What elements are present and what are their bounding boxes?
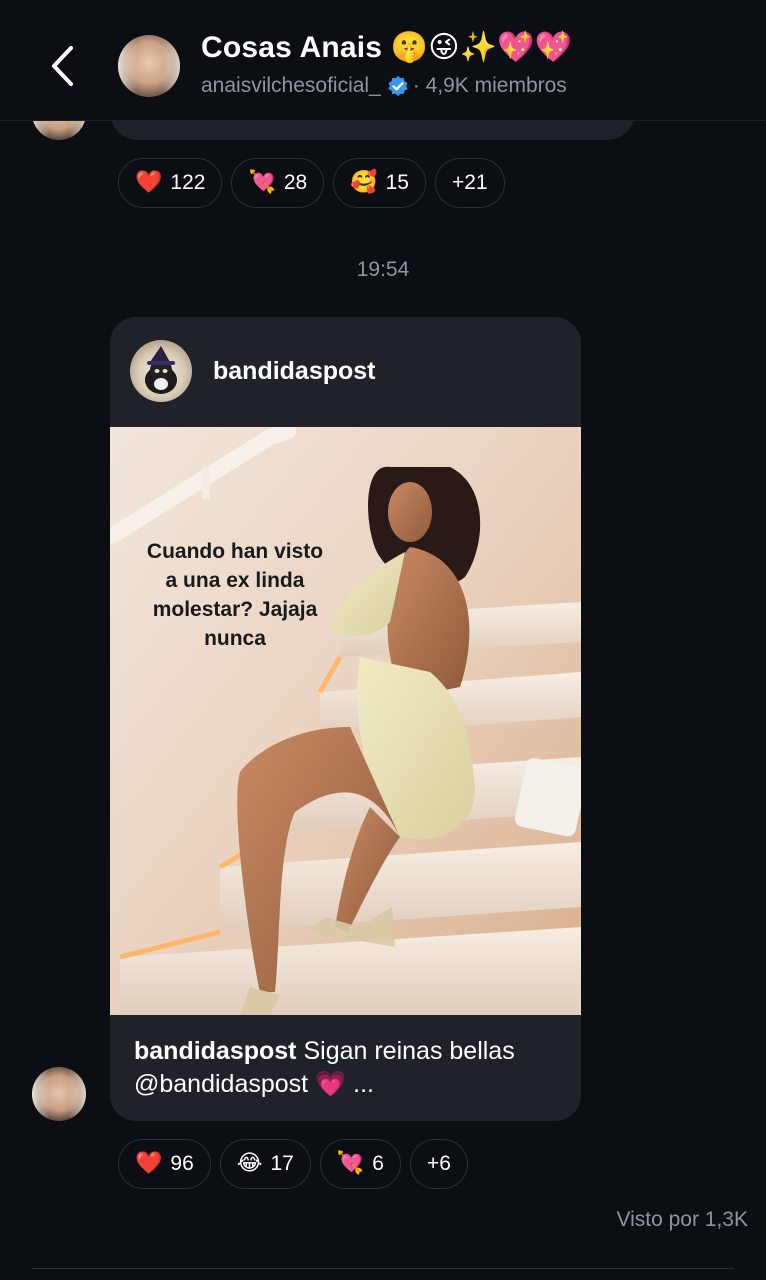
member-count: · 4,9K miembros [412, 74, 567, 97]
reaction-count: 15 [385, 171, 409, 194]
channel-screen: ❤️ 122 💘 28 🥰 15 +21 19:54 bandidaspost … [0, 0, 766, 1280]
channel-title[interactable]: Cosas Anais 🤫😜✨💖💖 [201, 30, 572, 65]
divider [32, 1268, 734, 1269]
reaction-count: 6 [372, 1152, 384, 1175]
reaction-count: 122 [170, 171, 206, 194]
chevron-left-icon [52, 46, 73, 86]
reaction-count: 96 [170, 1152, 194, 1175]
post-reactions: ❤️ 96 😂 17 💘 6 +6 [118, 1139, 468, 1189]
post-author-avatar[interactable] [130, 340, 192, 402]
post-image-overlay-text: Cuando han visto a una ex linda molestar… [146, 540, 324, 650]
heart-arrow-icon: 💘 [248, 170, 276, 195]
channel-avatar[interactable] [118, 35, 180, 97]
post-author-username[interactable]: bandidaspost [213, 357, 376, 386]
reaction-smiling-hearts[interactable]: 🥰 15 [333, 158, 426, 208]
reaction-heart-arrow[interactable]: 💘 28 [231, 158, 325, 208]
post-caption[interactable]: bandidaspost Sigan reinas bellas @bandid… [134, 1035, 564, 1101]
reaction-count: 28 [283, 171, 308, 194]
message-timestamp: 19:54 [356, 258, 410, 281]
previous-message-reactions: ❤️ 122 💘 28 🥰 15 +21 [118, 158, 505, 208]
channel-subtitle: anaisvilchesoficial_ · 4,9K miembros [201, 74, 567, 98]
cat-witch-icon [145, 346, 177, 394]
shared-post-bubble[interactable]: bandidaspost Cuando han visto a una ex l… [110, 317, 581, 1121]
reaction-heart[interactable]: ❤️ 96 [118, 1139, 211, 1189]
reaction-laughing[interactable]: 😂 17 [219, 1139, 311, 1189]
reaction-more-count: +21 [451, 171, 488, 194]
post-header[interactable]: bandidaspost [110, 317, 581, 427]
channel-header: Cosas Anais 🤫😜✨💖💖 anaisvilchesoficial_ ·… [0, 0, 766, 121]
reaction-more[interactable]: +6 [409, 1139, 468, 1189]
reaction-heart[interactable]: ❤️ 122 [118, 158, 223, 208]
laughing-tears-icon: 😂 [236, 1151, 263, 1176]
reaction-more-count: +6 [426, 1152, 451, 1175]
red-heart-icon: ❤️ [135, 170, 163, 195]
reaction-count: 17 [270, 1152, 294, 1175]
verified-badge-icon [388, 75, 408, 97]
reaction-heart-arrow[interactable]: 💘 6 [319, 1139, 401, 1189]
sender-avatar[interactable] [32, 1067, 86, 1121]
post-photo [110, 427, 581, 1015]
channel-username: anaisvilchesoficial_ [201, 74, 381, 97]
heart-arrow-icon: 💘 [336, 1151, 365, 1176]
caption-username[interactable]: bandidaspost [134, 1037, 297, 1065]
smiling-face-hearts-icon: 🥰 [350, 170, 378, 195]
red-heart-icon: ❤️ [135, 1151, 163, 1176]
reaction-more[interactable]: +21 [434, 158, 505, 208]
seen-by-count[interactable]: Visto por 1,3K [616, 1208, 748, 1232]
back-button[interactable] [40, 40, 84, 92]
post-image[interactable]: Cuando han visto a una ex linda molestar… [110, 427, 581, 1015]
